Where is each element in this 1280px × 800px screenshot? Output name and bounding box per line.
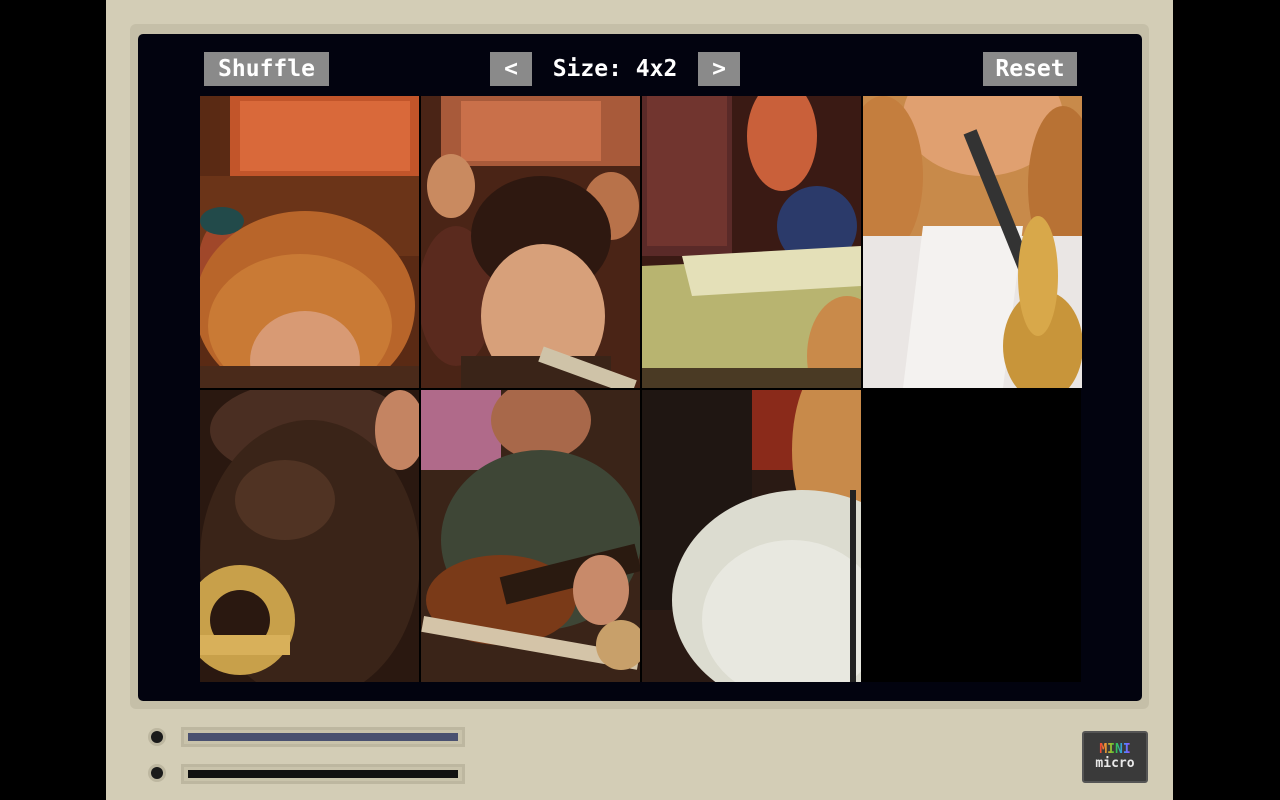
size-prev-button[interactable]: < (490, 52, 532, 86)
size-label: Size: 4x2 (552, 56, 678, 82)
disk-slot-fill (188, 770, 458, 778)
disk-slot (181, 764, 465, 784)
logo-line-1: MINI (1099, 742, 1131, 757)
reset-button[interactable]: Reset (983, 52, 1077, 86)
tile-image (421, 96, 640, 388)
disk-slot-fill (188, 733, 458, 741)
puzzle-tile[interactable] (421, 390, 640, 682)
tile-image (421, 390, 640, 682)
disk-slot (181, 727, 465, 747)
puzzle-tile[interactable] (421, 96, 640, 388)
puzzle-tile[interactable] (642, 390, 861, 682)
puzzle-tile[interactable] (200, 96, 419, 388)
puzzle-tile[interactable] (642, 96, 861, 388)
indicator-light (151, 731, 163, 743)
tile-image (642, 96, 861, 388)
size-next-button[interactable]: > (698, 52, 740, 86)
puzzle-tile[interactable] (200, 390, 419, 682)
mini-micro-logo: MINI micro (1082, 731, 1148, 783)
indicator-light (151, 767, 163, 779)
tile-image (863, 96, 1082, 388)
tile-image (642, 390, 861, 682)
puzzle-board (200, 96, 1082, 682)
empty-tile-slot[interactable] (862, 390, 1081, 682)
tile-image (200, 96, 419, 388)
puzzle-tile[interactable] (863, 96, 1082, 388)
shuffle-button[interactable]: Shuffle (204, 52, 329, 86)
logo-line-2: micro (1095, 756, 1135, 771)
computer-bezel: Shuffle < Size: 4x2 > Reset MINI micro (106, 0, 1173, 800)
tile-image (200, 390, 419, 682)
screen: Shuffle < Size: 4x2 > Reset (138, 34, 1142, 701)
